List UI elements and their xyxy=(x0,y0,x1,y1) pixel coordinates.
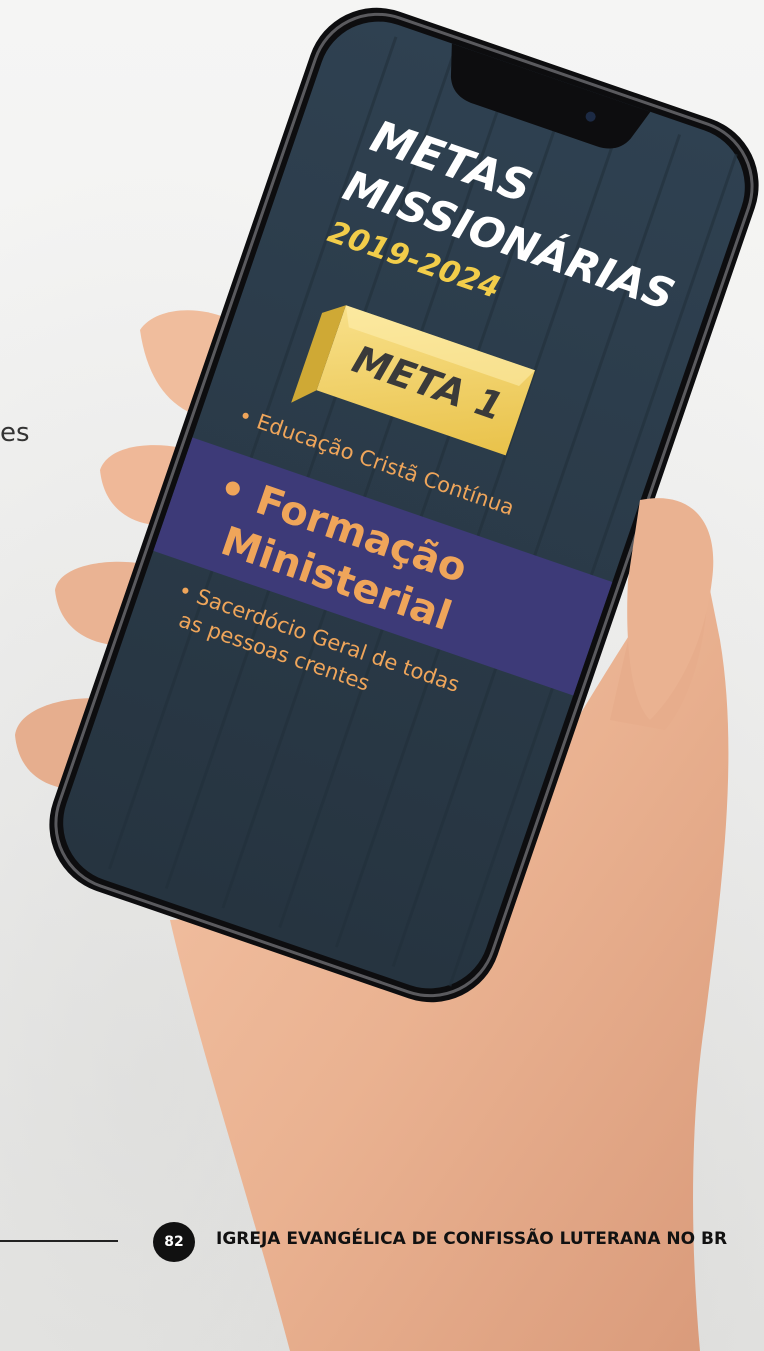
footer-rule xyxy=(0,1240,118,1242)
hand-holding-phone-illustration: METAS MISSIONÁRIAS 2019-2024 META 1 • Ed… xyxy=(15,7,759,1351)
brochure-page: es METAS MISSIONÁRIAS 2019-2024 META 1 •… xyxy=(0,0,764,1351)
page-number-badge: 82 xyxy=(153,1222,195,1262)
footer-title: IGREJA EVANGÉLICA DE CONFISSÃO LUTERANA … xyxy=(216,1229,728,1249)
